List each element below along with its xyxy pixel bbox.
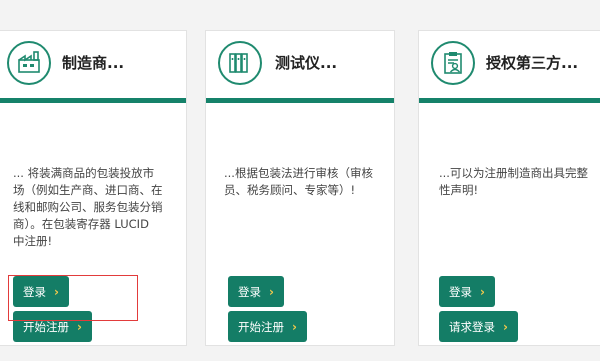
clipboard-user-icon xyxy=(431,41,475,85)
start-registration-label: 开始注册 xyxy=(23,319,69,334)
manufacturer-card: 制造商... ... 将装满商品的包装投放市场（例如生产商、进口商、在线和邮购公… xyxy=(0,30,187,346)
login-button-label: 登录 xyxy=(238,284,261,299)
card-accent-bar xyxy=(419,98,600,103)
chevron-right-icon: › xyxy=(503,319,508,334)
start-registration-button[interactable]: 开始注册 › xyxy=(228,311,307,342)
binders-icon xyxy=(218,41,262,85)
request-login-label: 请求登录 xyxy=(449,319,495,334)
factory-icon xyxy=(7,41,51,85)
login-button[interactable]: 登录 › xyxy=(439,276,495,307)
card-description: ... 将装满商品的包装投放市场（例如生产商、进口商、在线和邮购公司、服务包装分… xyxy=(13,166,163,248)
card-title: 测试仪... xyxy=(275,54,338,72)
card-description: ...可以为注册制造商出具完整性声明! xyxy=(439,166,588,197)
login-button[interactable]: 登录 › xyxy=(13,276,69,307)
card-header: 测试仪... xyxy=(206,31,394,98)
login-button-label: 登录 xyxy=(23,284,46,299)
login-button-label: 登录 xyxy=(449,284,472,299)
request-login-button[interactable]: 请求登录 › xyxy=(439,311,518,342)
chevron-right-icon: › xyxy=(292,319,297,334)
chevron-right-icon: › xyxy=(77,319,82,334)
tester-card: 测试仪... ...根据包装法进行审核（审核员、税务顾问、专家等）! 登录 › … xyxy=(205,30,395,346)
card-header: 制造商... xyxy=(0,31,186,98)
card-description: ...根据包装法进行审核（审核员、税务顾问、专家等）! xyxy=(224,166,373,197)
card-header: 授权第三方... xyxy=(419,31,600,98)
card-title: 制造商... xyxy=(62,54,125,72)
card-accent-bar xyxy=(206,98,394,103)
start-registration-button[interactable]: 开始注册 › xyxy=(13,311,92,342)
chevron-right-icon: › xyxy=(269,284,274,299)
card-title: 授权第三方... xyxy=(486,54,579,72)
login-button[interactable]: 登录 › xyxy=(228,276,284,307)
start-registration-label: 开始注册 xyxy=(238,319,284,334)
authorized-third-party-card: 授权第三方... ...可以为注册制造商出具完整性声明! 登录 › 请求登录 › xyxy=(418,30,600,346)
chevron-right-icon: › xyxy=(480,284,485,299)
card-accent-bar xyxy=(0,98,186,103)
chevron-right-icon: › xyxy=(54,284,59,299)
